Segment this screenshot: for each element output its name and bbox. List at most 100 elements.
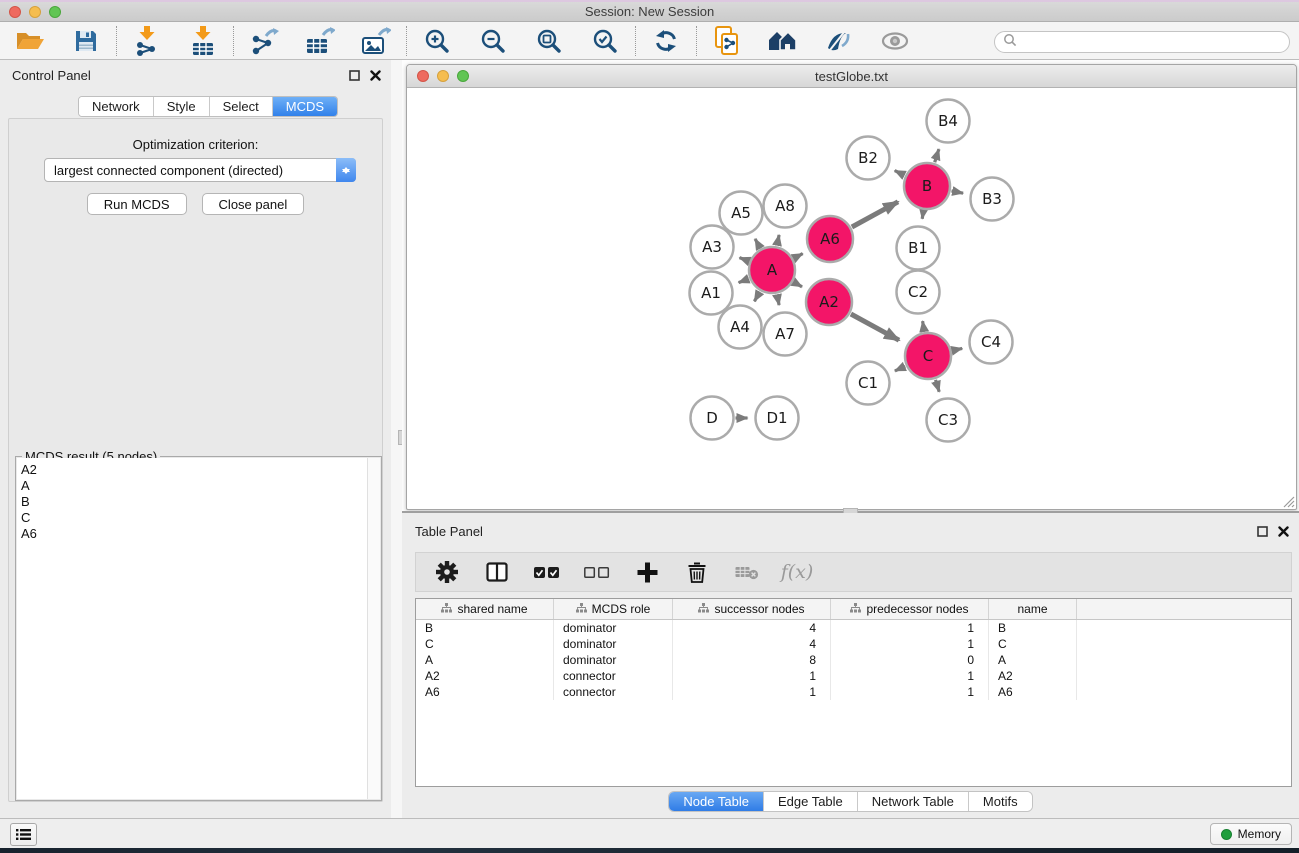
- mcds-result-list[interactable]: A2ABCA6: [17, 458, 380, 799]
- table-cell[interactable]: 4: [673, 636, 831, 652]
- graph-node[interactable]: D1: [756, 397, 799, 440]
- column-header-MCDS-role[interactable]: MCDS role: [554, 599, 673, 619]
- mcds-result-item[interactable]: C: [21, 510, 380, 526]
- graph-edge[interactable]: [923, 321, 925, 331]
- graph-node[interactable]: A3: [691, 226, 734, 269]
- table-cell[interactable]: connector: [554, 668, 673, 684]
- table-cell[interactable]: connector: [554, 684, 673, 700]
- graph-edge[interactable]: [754, 292, 759, 302]
- table-cell[interactable]: C: [989, 636, 1077, 652]
- dropdown-stepper-icon[interactable]: [336, 158, 356, 182]
- graph-node[interactable]: B: [904, 163, 950, 209]
- table-row[interactable]: Cdominator41C: [416, 636, 1291, 652]
- graph-edge[interactable]: [740, 258, 749, 262]
- table-cell[interactable]: 1: [673, 668, 831, 684]
- settings-gear-icon[interactable]: [434, 559, 460, 585]
- table-cell[interactable]: 1: [831, 636, 989, 652]
- graph-edge[interactable]: [851, 314, 899, 340]
- table-cell[interactable]: C: [416, 636, 554, 652]
- zoom-selected-icon[interactable]: [589, 26, 621, 56]
- tab-network-table[interactable]: Network Table: [858, 792, 969, 811]
- mcds-list-scrollbar[interactable]: [367, 458, 380, 799]
- table-cell[interactable]: 1: [831, 620, 989, 636]
- table-cell[interactable]: 1: [831, 668, 989, 684]
- table-cell[interactable]: A: [989, 652, 1077, 668]
- export-table-icon[interactable]: [304, 26, 336, 56]
- table-cell[interactable]: 1: [831, 684, 989, 700]
- graph-node[interactable]: B4: [927, 100, 970, 143]
- tab-style[interactable]: Style: [154, 97, 210, 116]
- graph-node[interactable]: A7: [764, 313, 807, 356]
- tab-select[interactable]: Select: [210, 97, 273, 116]
- memory-button[interactable]: Memory: [1210, 823, 1292, 845]
- graph-node[interactable]: C1: [847, 362, 890, 405]
- table-cell[interactable]: B: [989, 620, 1077, 636]
- network-window[interactable]: testGlobe.txt A5A8A3A1A4A7AA6A2BB2B4B3B1…: [406, 64, 1297, 510]
- graph-node[interactable]: A2: [806, 279, 852, 325]
- show-graphics-details-icon[interactable]: [823, 26, 855, 56]
- network-window-titlebar[interactable]: testGlobe.txt: [407, 65, 1296, 88]
- search-input[interactable]: [1017, 33, 1289, 51]
- graph-node[interactable]: D: [691, 397, 734, 440]
- column-header-predecessor-nodes[interactable]: predecessor nodes: [831, 599, 989, 619]
- table-cell[interactable]: A6: [416, 684, 554, 700]
- close-panel-icon[interactable]: [1278, 524, 1289, 542]
- hide-details-icon[interactable]: [879, 26, 911, 56]
- graph-edge[interactable]: [922, 211, 923, 219]
- table-cell[interactable]: dominator: [554, 652, 673, 668]
- graph-node[interactable]: B1: [897, 227, 940, 270]
- graph-edge[interactable]: [794, 282, 802, 287]
- graph-edge[interactable]: [777, 295, 779, 306]
- table-cell[interactable]: 0: [831, 652, 989, 668]
- table-cell[interactable]: dominator: [554, 636, 673, 652]
- graph-node[interactable]: A6: [807, 216, 853, 262]
- tab-network[interactable]: Network: [79, 97, 154, 116]
- float-panel-icon[interactable]: [1257, 524, 1268, 542]
- deselect-all-rows-icon[interactable]: [584, 559, 610, 585]
- function-builder-icon[interactable]: f(x): [784, 559, 810, 585]
- create-column-icon[interactable]: [634, 559, 660, 585]
- import-network-icon[interactable]: [131, 26, 163, 56]
- graph-node[interactable]: C: [905, 333, 951, 379]
- table-row[interactable]: A2connector11A2: [416, 668, 1291, 684]
- graph-edge[interactable]: [755, 239, 760, 248]
- table-cell[interactable]: A6: [989, 684, 1077, 700]
- criterion-dropdown[interactable]: largest connected component (directed): [44, 158, 356, 182]
- select-all-rows-icon[interactable]: [534, 559, 560, 585]
- task-history-button[interactable]: [10, 823, 37, 846]
- table-cell[interactable]: A2: [989, 668, 1077, 684]
- zoom-in-icon[interactable]: [421, 26, 453, 56]
- tab-motifs[interactable]: Motifs: [969, 792, 1032, 811]
- import-table-icon[interactable]: [187, 26, 219, 56]
- run-mcds-button[interactable]: Run MCDS: [87, 193, 187, 215]
- column-header-name[interactable]: name: [989, 599, 1077, 619]
- network-graph-canvas[interactable]: A5A8A3A1A4A7AA6A2BB2B4B3B1CC2C1C4C3DD1: [407, 88, 1296, 509]
- graph-node[interactable]: A4: [719, 306, 762, 349]
- table-cell[interactable]: 1: [673, 684, 831, 700]
- panel-splitter-vertical[interactable]: [391, 60, 402, 818]
- graph-edge[interactable]: [952, 348, 962, 350]
- toggle-column-view-icon[interactable]: [484, 559, 510, 585]
- graph-node[interactable]: A1: [690, 272, 733, 315]
- refresh-layout-icon[interactable]: [650, 26, 682, 56]
- graph-edge[interactable]: [777, 235, 779, 246]
- graph-node[interactable]: C4: [970, 321, 1013, 364]
- search-field[interactable]: [994, 31, 1290, 53]
- graph-node[interactable]: C2: [897, 271, 940, 314]
- graph-edge[interactable]: [739, 279, 749, 283]
- table-row[interactable]: Adominator80A: [416, 652, 1291, 668]
- graph-edge[interactable]: [895, 366, 905, 371]
- graph-node[interactable]: A5: [720, 192, 763, 235]
- home-pages-icon[interactable]: [767, 26, 799, 56]
- delete-table-icon[interactable]: [734, 559, 760, 585]
- graph-edge[interactable]: [794, 254, 803, 259]
- graph-edge[interactable]: [936, 380, 940, 392]
- table-row[interactable]: Bdominator41B: [416, 620, 1291, 636]
- table-cell[interactable]: dominator: [554, 620, 673, 636]
- mcds-result-item[interactable]: A6: [21, 526, 380, 542]
- delete-columns-icon[interactable]: [684, 559, 710, 585]
- tab-edge-table[interactable]: Edge Table: [764, 792, 858, 811]
- graph-edge[interactable]: [935, 149, 939, 162]
- table-cell[interactable]: 4: [673, 620, 831, 636]
- table-cell[interactable]: A2: [416, 668, 554, 684]
